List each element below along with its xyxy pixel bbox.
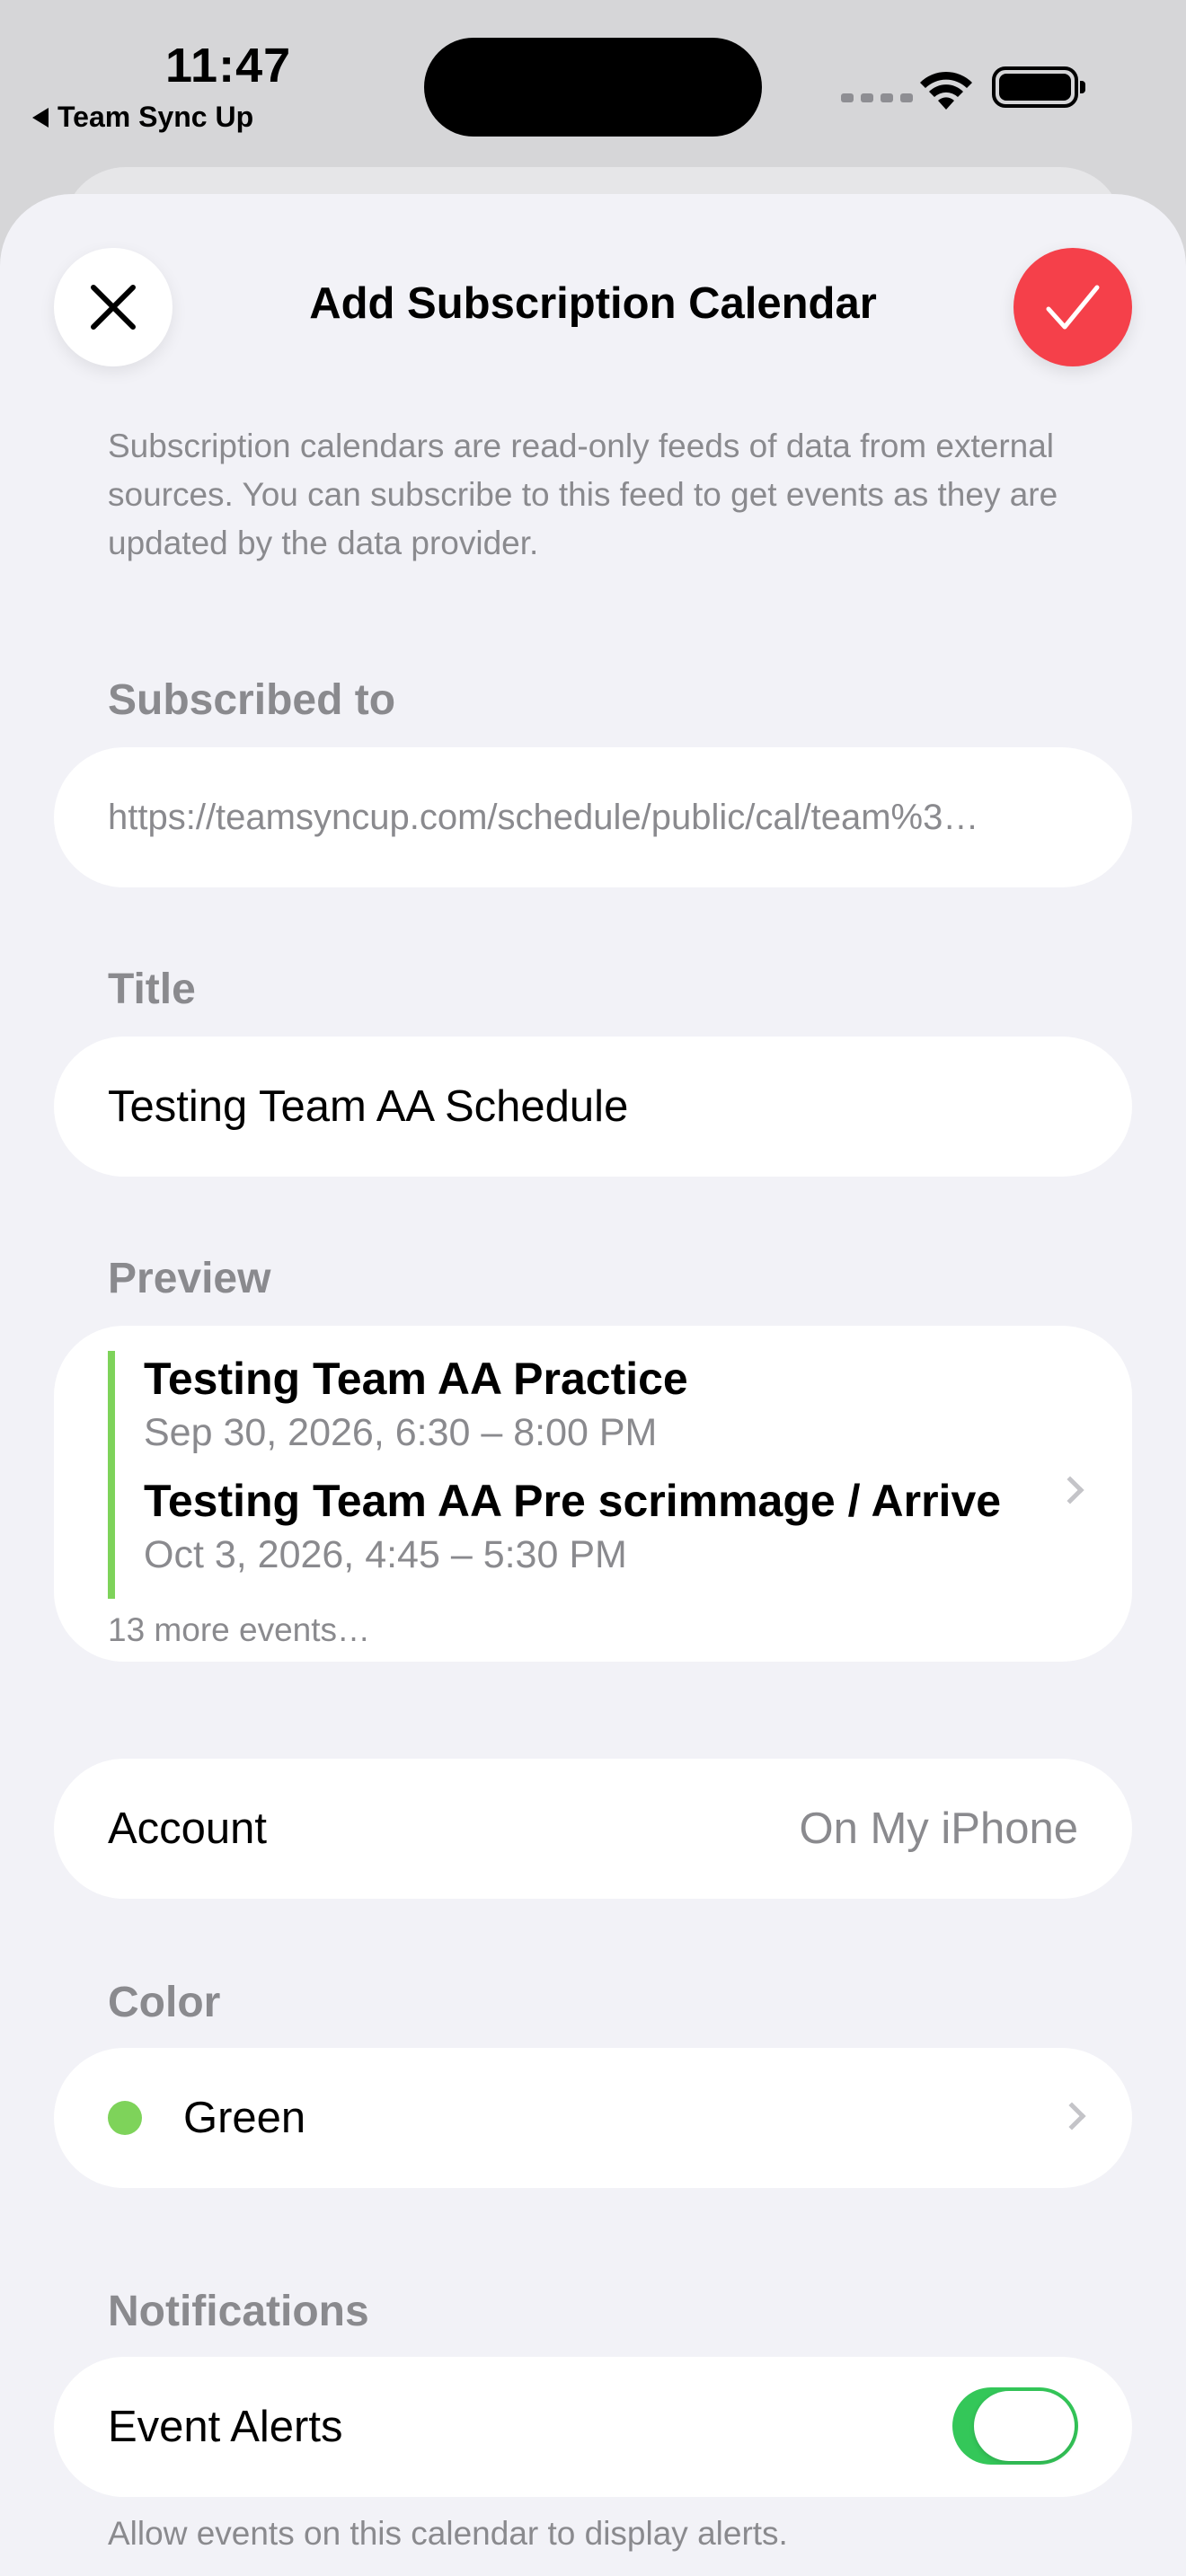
- cellular-signal-icon: [841, 93, 913, 102]
- dynamic-island: [424, 38, 762, 137]
- back-arrow-icon: [32, 107, 49, 128]
- battery-icon: [992, 66, 1085, 108]
- event-alerts-label: Event Alerts: [108, 2403, 343, 2451]
- color-label: Color: [108, 1979, 221, 2026]
- event-title: Testing Team AA Pre scrimmage / Arrive: [144, 1476, 1002, 1526]
- description-text: Subscription calendars are read-only fee…: [108, 428, 1058, 561]
- subscribed-to-label: Subscribed to: [108, 676, 396, 724]
- chevron-right-icon: [1058, 2102, 1086, 2130]
- title-field[interactable]: Testing Team AA Schedule: [54, 1037, 1132, 1177]
- preview-label: Preview: [108, 1255, 271, 1302]
- subscribed-url-field[interactable]: https://teamsyncup.com/schedule/public/c…: [54, 747, 1132, 887]
- confirm-button[interactable]: [1013, 248, 1132, 366]
- title-label: Title: [108, 966, 196, 1013]
- color-value: Green: [183, 2094, 306, 2142]
- color-row[interactable]: Green: [54, 2048, 1132, 2188]
- screen: 11:47 Team Sync Up Add Subscription Cale…: [0, 0, 1186, 2576]
- close-button[interactable]: [54, 248, 173, 366]
- account-row[interactable]: Account On My iPhone: [54, 1759, 1132, 1899]
- preview-event: Testing Team AA Practice Sep 30, 2026, 6…: [108, 1351, 688, 1477]
- preview-event: Testing Team AA Pre scrimmage / Arrive O…: [108, 1473, 1001, 1599]
- preview-card[interactable]: Testing Team AA Practice Sep 30, 2026, 6…: [54, 1326, 1132, 1662]
- checkmark-icon: [1046, 285, 1100, 330]
- notifications-label: Notifications: [108, 2288, 369, 2335]
- event-title: Testing Team AA Practice: [144, 1354, 688, 1404]
- sheet-title: Add Subscription Calendar: [309, 279, 877, 328]
- toggle-knob: [974, 2391, 1075, 2461]
- account-value: On My iPhone: [799, 1804, 1079, 1853]
- back-app-name: Team Sync Up: [58, 101, 254, 133]
- close-icon: [91, 285, 136, 330]
- event-alerts-toggle[interactable]: [952, 2387, 1078, 2465]
- title-value: Testing Team AA Schedule: [108, 1082, 629, 1131]
- account-label: Account: [108, 1804, 268, 1853]
- color-swatch: [108, 2101, 142, 2135]
- subscribed-url-value: https://teamsyncup.com/schedule/public/c…: [108, 797, 979, 837]
- event-alerts-row: Event Alerts: [54, 2357, 1132, 2497]
- more-events-text: 13 more events…: [108, 1611, 371, 1648]
- event-time: Oct 3, 2026, 4:45 – 5:30 PM: [144, 1533, 627, 1576]
- event-time: Sep 30, 2026, 6:30 – 8:00 PM: [144, 1411, 658, 1454]
- chevron-right-icon: [1056, 1476, 1084, 1504]
- event-alerts-footnote: Allow events on this calendar to display…: [108, 2515, 788, 2552]
- status-time: 11:47: [165, 39, 292, 93]
- back-to-app-link[interactable]: Team Sync Up: [32, 101, 253, 134]
- wifi-icon: [920, 71, 972, 110]
